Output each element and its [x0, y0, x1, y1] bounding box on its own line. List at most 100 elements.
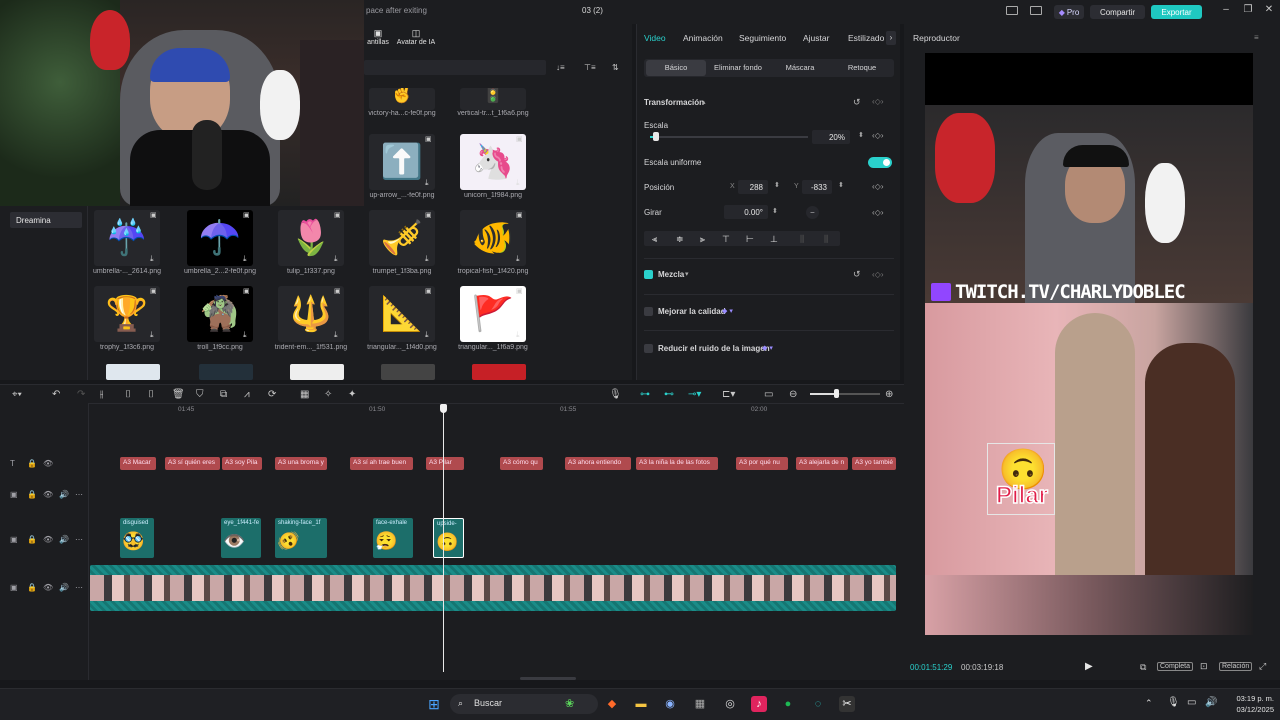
- media-thumb[interactable]: 🏆 ▣ ⤓ trophy_1f3c6.png: [88, 286, 166, 354]
- app-icon[interactable]: ◉: [662, 696, 678, 712]
- stepper-icon[interactable]: ⬍: [858, 131, 864, 139]
- download-icon[interactable]: ⤓: [516, 330, 525, 339]
- network-icon[interactable]: ▭: [1187, 697, 1196, 708]
- align-middle-icon[interactable]: ⊢: [746, 234, 754, 245]
- distribute-v-icon[interactable]: ⫼: [824, 234, 828, 245]
- keyframe-icon[interactable]: ‹◇›: [872, 131, 883, 140]
- tab-ajustar[interactable]: Ajustar: [803, 33, 829, 43]
- audio-icon[interactable]: 🔊: [59, 490, 69, 499]
- media-thumb[interactable]: 🎺 ▣ ⤓ trumpet_1f3ba.png: [363, 210, 441, 278]
- media-thumb[interactable]: 🚩 ▣ ⤓ triangular..._1f6a9.png: [454, 286, 532, 354]
- media-thumb[interactable]: ☔ ▣ ⤓ umbrella-..._2614.png: [88, 210, 166, 278]
- text-clip[interactable]: A3 ahora entiendo: [565, 457, 631, 470]
- keyframe-nav-icon[interactable]: ‹◇›: [872, 97, 883, 106]
- text-clip[interactable]: A3 Pilar: [426, 457, 464, 470]
- close-icon[interactable]: ✕: [1262, 4, 1276, 18]
- auto-icon[interactable]: ✦: [348, 389, 356, 400]
- sticker-clip[interactable]: face-exhale 😮‍💨: [373, 518, 413, 558]
- minimize-icon[interactable]: –: [1219, 4, 1233, 18]
- stepper-icon[interactable]: ⬍: [774, 181, 780, 189]
- restore-icon[interactable]: ❐: [1241, 4, 1255, 18]
- distribute-h-icon[interactable]: ⫼: [800, 234, 804, 245]
- select-tool-icon[interactable]: ⌖▾: [12, 389, 22, 400]
- text-clip[interactable]: A3 la niña la de las fotos: [636, 457, 718, 470]
- lock-icon[interactable]: 🔒: [27, 459, 37, 468]
- text-clip[interactable]: A3 cómo qu: [500, 457, 543, 470]
- widget-icon[interactable]: ❀: [565, 697, 574, 710]
- text-clip[interactable]: A3 Macar: [120, 457, 156, 470]
- mic-tray-icon[interactable]: 🎙: [1167, 697, 1180, 708]
- download-icon[interactable]: ⤓: [334, 254, 343, 263]
- sticker-clip[interactable]: eye_1f441-fe 👁️: [221, 518, 261, 558]
- more-icon[interactable]: ⋯: [75, 583, 83, 592]
- enhance-label[interactable]: Mejorar la calidad: [658, 307, 726, 316]
- download-icon[interactable]: ⤓: [516, 178, 525, 187]
- export-button[interactable]: Exportar: [1151, 5, 1202, 19]
- lock-icon[interactable]: 🔒: [27, 583, 37, 592]
- media-thumb[interactable]: 🔱 ▣ ⤓ trident-em..._1f531.png: [272, 286, 350, 354]
- position-y-input[interactable]: -833: [802, 180, 832, 194]
- link-icon[interactable]: ⊶: [640, 389, 650, 400]
- full-quality-button[interactable]: Completa: [1157, 662, 1193, 671]
- tab-estilizado[interactable]: Estilizado: [848, 33, 884, 43]
- media-thumb[interactable]: 🧌 ▣ ⤓ troll_1f9cc.png: [181, 286, 259, 354]
- menu-icon[interactable]: ≡: [1254, 33, 1259, 42]
- subtab-eliminar-fondo[interactable]: Eliminar fondo: [708, 63, 768, 72]
- snap-icon[interactable]: ⊷: [664, 389, 674, 400]
- reset-icon[interactable]: ↺: [853, 269, 861, 280]
- download-icon[interactable]: ⤓: [516, 254, 525, 263]
- uniform-scale-toggle[interactable]: [868, 157, 892, 168]
- rotate-tool-icon[interactable]: ⟳: [268, 389, 276, 400]
- spotify-icon[interactable]: ●: [780, 696, 796, 712]
- align-center-icon[interactable]: ≑: [676, 234, 684, 245]
- denoise-checkbox[interactable]: [644, 344, 653, 353]
- tab-video[interactable]: Video: [644, 33, 666, 43]
- screenshot-icon[interactable]: ⊡: [1200, 661, 1208, 672]
- scale-slider-track[interactable]: [650, 136, 808, 138]
- magnet-icon[interactable]: ⊸▾: [688, 389, 701, 400]
- sort-icon[interactable]: ↓≡: [556, 63, 565, 72]
- tab-animacion[interactable]: Animación: [683, 33, 723, 43]
- download-icon[interactable]: ⤓: [150, 254, 159, 263]
- download-icon[interactable]: ⤓: [243, 254, 252, 263]
- sticker-clip[interactable]: shaking-face_1f 🫨: [275, 518, 327, 558]
- app-icon[interactable]: ◌: [810, 696, 826, 712]
- brave-icon[interactable]: ◆: [604, 696, 620, 712]
- align-bottom-icon[interactable]: ⊥: [770, 234, 778, 245]
- split-right-icon[interactable]: ⌷: [148, 389, 154, 400]
- media-thumb[interactable]: 🌷 ▣ ⤓ tulip_1f337.png: [272, 210, 350, 278]
- pro-button[interactable]: ◆ Pro: [1054, 5, 1084, 19]
- text-clip[interactable]: A3 alejarla de n: [796, 457, 848, 470]
- subtab-mascara[interactable]: Máscara: [770, 63, 830, 72]
- keyframe-nav-icon[interactable]: ‹◇›: [872, 270, 883, 279]
- taskbar-search[interactable]: Buscar: [450, 694, 598, 714]
- download-icon[interactable]: ⤓: [425, 330, 434, 339]
- text-clip[interactable]: A3 sí quién eres: [165, 457, 220, 470]
- text-clip[interactable]: A3 por qué nu: [736, 457, 788, 470]
- tiktok-icon[interactable]: ♪: [751, 696, 767, 712]
- split-left-icon[interactable]: ⌷: [125, 389, 131, 400]
- blend-label[interactable]: Mezcla: [658, 270, 684, 279]
- ratio-button[interactable]: Relación: [1219, 662, 1253, 671]
- enhance-checkbox[interactable]: [644, 307, 653, 316]
- tab-avatar-ia[interactable]: ◫ Avatar de IA: [396, 28, 436, 46]
- zoom-out-icon[interactable]: ⊖: [789, 389, 797, 400]
- text-clip[interactable]: A3 una broma y: [275, 457, 327, 470]
- media-thumb[interactable]: 🦄 ▣ ⤓ unicorn_1f984.png: [454, 134, 532, 202]
- undo-icon[interactable]: ↶: [52, 389, 60, 400]
- video-preview[interactable]: TWITCH.TV/CHARLYDOBLEC 🙃 Pilar: [925, 53, 1253, 635]
- position-x-input[interactable]: 288: [738, 180, 768, 194]
- marker-icon[interactable]: ⛉: [196, 389, 204, 400]
- eye-icon[interactable]: 👁: [43, 459, 53, 468]
- split-icon[interactable]: ⫲: [100, 389, 103, 400]
- volume-icon[interactable]: 🔊: [1205, 697, 1217, 708]
- preview-axis-icon[interactable]: ⊏▾: [722, 389, 735, 400]
- crop-icon[interactable]: ⧉: [1140, 662, 1146, 673]
- sidebar-item-dreamina[interactable]: Dreamina: [10, 212, 82, 228]
- keyframe-icon[interactable]: ‹◇›: [872, 208, 883, 217]
- media-thumb[interactable]: ☂️ ▣ ⤓ umbrella_2...2-fe0f.png: [181, 210, 259, 278]
- swap-icon[interactable]: ⇅: [612, 63, 619, 72]
- download-icon[interactable]: ⤓: [334, 330, 343, 339]
- caption-icon[interactable]: ▭: [764, 389, 773, 400]
- collapse-icon[interactable]: ▴: [702, 98, 706, 106]
